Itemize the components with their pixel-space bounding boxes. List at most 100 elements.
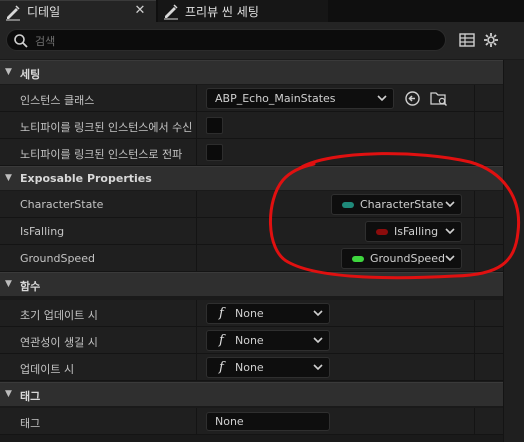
function-value: None (235, 334, 264, 347)
category-settings[interactable]: ▼ 세팅 (0, 60, 503, 84)
tab-bar: 디테일 ✕ 프리뷰 씬 세팅 (0, 0, 524, 22)
chevron-down-icon (313, 364, 323, 371)
is-falling-pin-dropdown[interactable]: IsFalling (365, 221, 462, 242)
category-tags[interactable]: ▼ 태그 (0, 382, 503, 406)
chevron-down-icon (445, 255, 455, 262)
close-icon[interactable]: ✕ (133, 3, 147, 19)
pin-label: GroundSpeed (370, 252, 445, 265)
function-value: None (235, 307, 264, 320)
category-title: 세팅 (20, 68, 41, 81)
category-exposable-properties[interactable]: ▼ Exposable Properties (0, 166, 503, 190)
become-relevant-function-dropdown[interactable]: f None (206, 330, 330, 351)
column-divider[interactable] (196, 85, 197, 111)
row-ground-speed: GroundSpeed GroundSpeed (0, 245, 503, 272)
column-divider (474, 245, 475, 271)
property-label: CharacterState (20, 198, 104, 211)
notify-propagate-checkbox[interactable] (206, 144, 223, 161)
function-icon: f (219, 360, 224, 375)
instance-class-value: ABP_Echo_MainStates (215, 92, 336, 105)
use-selected-arrow-icon[interactable] (404, 90, 421, 107)
browse-folder-icon[interactable] (430, 90, 448, 107)
function-icon: f (219, 306, 224, 321)
row-notify-receive: 노티파이를 링크된 인스턴스에서 수신 (0, 112, 503, 139)
scrollbar-gutter (503, 60, 524, 442)
on-update-function-dropdown[interactable]: f None (206, 357, 330, 378)
chevron-down-icon (313, 310, 323, 317)
property-label: IsFalling (20, 225, 65, 238)
category-title: 태그 (20, 390, 41, 403)
instance-class-dropdown[interactable]: ABP_Echo_MainStates (206, 88, 394, 109)
column-divider (474, 85, 475, 111)
row-tag: 태그 None (0, 408, 503, 435)
column-divider (474, 191, 475, 217)
pin-label: CharacterState (360, 198, 444, 211)
tab-details[interactable]: 디테일 ✕ (0, 0, 156, 22)
ground-speed-pin-dropdown[interactable]: GroundSpeed (341, 248, 462, 269)
pin-color-swatch (376, 229, 388, 235)
property-label: 노티파이를 링크된 인스턴스에서 수신 (20, 121, 193, 134)
collapse-arrow-icon[interactable]: ▼ (5, 389, 15, 399)
column-divider[interactable] (196, 191, 197, 217)
tab-preview-scene-settings[interactable]: 프리뷰 씬 세팅 (158, 0, 328, 22)
category-functions[interactable]: ▼ 함수 (0, 272, 503, 296)
property-label: 노티파이를 링크된 인스턴스로 전파 (20, 148, 183, 161)
chevron-down-icon (445, 201, 455, 208)
column-divider (474, 218, 475, 244)
gear-icon[interactable] (482, 31, 500, 49)
row-initial-update: 초기 업데이트 시 f None (0, 300, 503, 327)
column-divider[interactable] (196, 245, 197, 271)
property-matrix-icon[interactable] (458, 31, 476, 49)
row-instance-class: 인스턴스 클래스 ABP_Echo_MainStates (0, 85, 503, 112)
column-divider[interactable] (196, 354, 197, 380)
property-label: 인스턴스 클래스 (20, 94, 95, 107)
column-divider (474, 112, 475, 138)
column-divider[interactable] (196, 218, 197, 244)
pencil-icon (6, 4, 20, 20)
column-divider[interactable] (196, 408, 197, 434)
property-label: 태그 (20, 417, 41, 430)
column-divider (474, 300, 475, 326)
pin-color-swatch (342, 202, 354, 208)
collapse-arrow-icon[interactable]: ▼ (5, 67, 15, 77)
pin-color-swatch (352, 256, 364, 262)
row-on-update: 업데이트 시 f None (0, 354, 503, 381)
notify-receive-checkbox[interactable] (206, 117, 223, 134)
column-divider (474, 354, 475, 380)
tag-text-field[interactable]: None (206, 412, 330, 431)
row-become-relevant: 연관성이 생길 시 f None (0, 327, 503, 354)
property-label: 업데이트 시 (20, 363, 75, 376)
tab-preview-label: 프리뷰 씬 세팅 (185, 4, 259, 19)
column-divider[interactable] (196, 112, 197, 138)
pin-label: IsFalling (394, 225, 439, 238)
column-divider[interactable] (196, 139, 197, 165)
search-icon (14, 34, 28, 48)
property-label: 연관성이 생길 시 (20, 336, 98, 349)
initial-update-function-dropdown[interactable]: f None (206, 303, 330, 324)
search-placeholder: 검색 (35, 35, 56, 48)
property-label: GroundSpeed (20, 252, 95, 265)
column-divider (474, 408, 475, 434)
column-divider (474, 327, 475, 353)
row-character-state: CharacterState CharacterState (0, 191, 503, 218)
details-toolbar: 검색 (0, 22, 524, 59)
pencil-icon (164, 4, 178, 20)
tag-value: None (215, 415, 244, 428)
row-notify-propagate: 노티파이를 링크된 인스턴스로 전파 (0, 139, 503, 166)
category-title: 함수 (20, 280, 41, 293)
category-title: Exposable Properties (20, 172, 152, 185)
row-is-falling: IsFalling IsFalling (0, 218, 503, 245)
function-icon: f (219, 333, 224, 348)
chevron-down-icon (445, 228, 455, 235)
character-state-pin-dropdown[interactable]: CharacterState (331, 194, 462, 215)
tab-details-label: 디테일 (27, 5, 61, 19)
column-divider[interactable] (196, 327, 197, 353)
collapse-arrow-icon[interactable]: ▼ (5, 279, 15, 289)
column-divider[interactable] (196, 300, 197, 326)
property-label: 초기 업데이트 시 (20, 309, 98, 322)
function-value: None (235, 361, 264, 374)
column-divider (474, 139, 475, 165)
chevron-down-icon (313, 337, 323, 344)
chevron-down-icon (377, 95, 387, 102)
search-input[interactable]: 검색 (6, 29, 446, 51)
collapse-arrow-icon[interactable]: ▼ (5, 173, 15, 183)
